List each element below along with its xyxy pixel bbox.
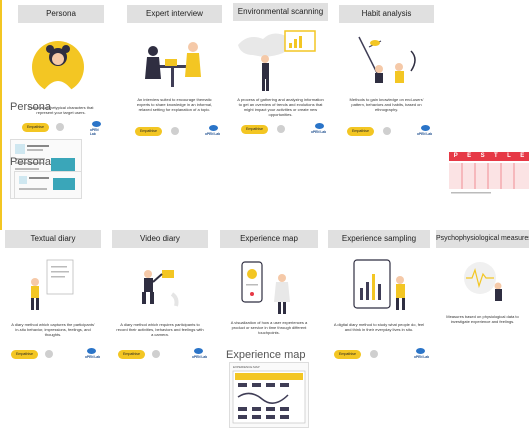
- pestle-letter: P: [453, 153, 458, 159]
- card-title: Experience sampling: [328, 230, 430, 248]
- persona-template-preview-2: [19, 176, 75, 190]
- pestle-letter: L: [507, 153, 511, 159]
- card-expert-interview[interactable]: Expert interview An interview suited to …: [127, 5, 222, 140]
- card-title: Expert interview: [127, 5, 222, 23]
- persona-thumbnail-2[interactable]: [14, 171, 82, 199]
- card-title: Psychophysiological measures: [436, 230, 529, 248]
- habit-analysis-illustration: [358, 36, 416, 83]
- empathise-badge[interactable]: Empathise: [241, 125, 268, 134]
- card-textual-diary[interactable]: Textual diary A diary method which captu…: [5, 230, 101, 360]
- open-lab-logo-icon: [194, 348, 203, 354]
- card-video-diary[interactable]: Video diary A diary method which require…: [112, 230, 208, 360]
- card-habit-analysis[interactable]: Habit analysis Methods to gain knowledge…: [339, 5, 434, 140]
- card-persona[interactable]: Persona Fictional archetypical character…: [18, 5, 104, 140]
- card-title: Experience map: [220, 230, 318, 248]
- persona-overlay-label-2: Persona: [10, 156, 51, 168]
- card-title: Textual diary: [5, 230, 101, 248]
- open-lab-logo-icon: [209, 125, 218, 131]
- card-description: Measures based on physiological data to …: [446, 314, 519, 324]
- phase-icon: [277, 125, 285, 133]
- card-title: Habit analysis: [339, 5, 434, 23]
- open-lab-label: oPEN Lab: [192, 355, 208, 359]
- open-lab-label: oPEN Lab: [90, 128, 99, 136]
- experience-sampling-illustration: [353, 259, 405, 310]
- card-description: A diary method which captures the partic…: [11, 322, 95, 337]
- phase-icon: [152, 350, 160, 358]
- open-lab-label: oPEN Lab: [417, 132, 433, 136]
- experience-map-illustration: [241, 261, 290, 314]
- pestle-table-thumbnail[interactable]: P E S T L E: [449, 150, 529, 198]
- pestle-letter: T: [494, 153, 498, 159]
- textual-diary-illustration: [31, 259, 74, 310]
- open-lab-logo-icon: [416, 348, 425, 354]
- card-title: Environmental scanning: [233, 3, 328, 21]
- empathise-badge[interactable]: Empathise: [11, 350, 38, 359]
- open-lab-logo-icon: [421, 125, 430, 131]
- empathise-badge[interactable]: Empathise: [334, 350, 361, 359]
- card-description: A diary method which requires participan…: [116, 322, 204, 337]
- phase-icon: [171, 127, 179, 135]
- experience-map-thumbnail[interactable]: EXPERIENCE MAP: [229, 362, 309, 428]
- open-lab-label: oPEN Lab: [85, 355, 101, 359]
- card-environmental-scanning[interactable]: Environmental scanning A process of gath…: [233, 3, 328, 140]
- pestle-letter: S: [480, 153, 485, 159]
- empathise-badge[interactable]: Empathise: [118, 350, 145, 359]
- video-diary-illustration: [142, 270, 179, 307]
- card-experience-sampling[interactable]: Experience sampling A digital diary meth…: [328, 230, 430, 360]
- open-lab-label: oPEN Lab: [205, 132, 221, 136]
- environmental-scanning-illustration: [238, 30, 316, 91]
- empathise-badge[interactable]: Empathise: [22, 123, 49, 132]
- card-description: A digital diary method to study what peo…: [333, 322, 425, 332]
- card-description: A process of gathering and analyzing inf…: [237, 97, 324, 117]
- card-description: An interview suited to encourage themati…: [136, 97, 213, 112]
- card-title: Video diary: [112, 230, 208, 248]
- pestle-letters: P E S T L E: [449, 152, 529, 161]
- card-description: Methods to gain knowledge on end-users' …: [349, 97, 424, 112]
- experience-map-overlay-label: Experience map: [226, 349, 306, 361]
- open-lab-logo-icon: [315, 123, 324, 129]
- pestle-letter: E: [520, 153, 525, 159]
- pestle-letter: E: [467, 153, 472, 159]
- phase-icon: [383, 127, 391, 135]
- card-psychophysiological-measures[interactable]: Psychophysiological measures Measures ba…: [436, 230, 529, 360]
- open-lab-logo-icon: [92, 121, 101, 127]
- persona-overlay-label: Persona: [10, 101, 51, 113]
- open-lab-label: oPEN Lab: [414, 355, 430, 359]
- expert-interview-illustration: [145, 42, 201, 87]
- open-lab-label: oPEN Lab: [311, 130, 327, 134]
- empathise-badge[interactable]: Empathise: [135, 127, 162, 136]
- phase-icon: [45, 350, 53, 358]
- empathise-badge[interactable]: Empathise: [347, 127, 374, 136]
- phase-icon: [56, 123, 64, 131]
- left-accent-border: [0, 0, 2, 230]
- phase-icon: [370, 350, 378, 358]
- persona-illustration: [32, 41, 84, 93]
- card-description: A visualization of how a user experience…: [230, 320, 308, 335]
- card-experience-map[interactable]: Experience map A visualization of how a …: [220, 230, 318, 342]
- card-title: Persona: [18, 5, 104, 23]
- open-lab-logo-icon: [87, 348, 96, 354]
- experience-map-template-preview: [232, 370, 306, 424]
